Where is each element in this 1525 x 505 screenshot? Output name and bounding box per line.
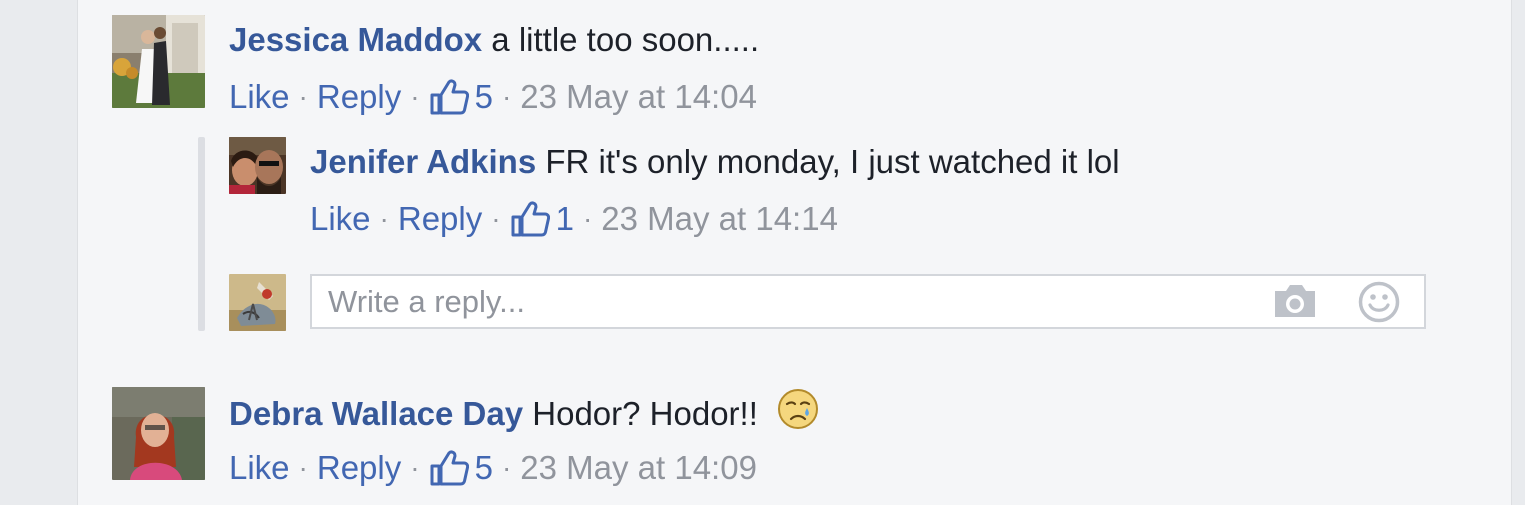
reply-button[interactable]: Reply bbox=[317, 448, 401, 488]
thumbs-up-icon bbox=[511, 201, 550, 237]
thumbs-up-icon bbox=[430, 79, 469, 115]
separator-dot: · bbox=[501, 81, 512, 112]
comment-author[interactable]: Jessica Maddox bbox=[229, 21, 482, 58]
smiley-icon[interactable] bbox=[1358, 281, 1400, 328]
separator-dot: · bbox=[410, 81, 420, 112]
separator-dot: · bbox=[298, 452, 308, 483]
like-count[interactable]: 1 bbox=[510, 199, 574, 239]
like-button[interactable]: Like bbox=[310, 199, 371, 239]
reply-timestamp[interactable]: 23 May at 14:14 bbox=[601, 199, 838, 239]
avatar-current-user bbox=[229, 274, 286, 331]
like-count[interactable]: 5 bbox=[429, 77, 493, 117]
reply-composer[interactable] bbox=[310, 274, 1426, 329]
reply-button[interactable]: Reply bbox=[398, 199, 482, 239]
separator-dot: · bbox=[379, 203, 389, 234]
comment-body: Jessica Maddox a little too soon..... bbox=[229, 20, 759, 60]
comment-timestamp[interactable]: 23 May at 14:09 bbox=[520, 448, 757, 488]
reply-thread-bar bbox=[198, 137, 205, 331]
like-count-value: 5 bbox=[474, 449, 493, 486]
like-count-value: 1 bbox=[555, 200, 574, 237]
comment-actions: Like · Reply · 5 · 23 May at 14:04 bbox=[229, 77, 757, 117]
comment-text: a little too soon..... bbox=[491, 21, 760, 58]
separator-dot: · bbox=[491, 203, 501, 234]
avatar-jessica-maddox[interactable] bbox=[112, 15, 205, 108]
comment-timestamp[interactable]: 23 May at 14:04 bbox=[520, 77, 757, 117]
like-count-value: 5 bbox=[474, 78, 493, 115]
crying-face-icon bbox=[777, 388, 819, 439]
like-count[interactable]: 5 bbox=[429, 448, 493, 488]
comment-body: Debra Wallace Day Hodor? Hodor!! bbox=[229, 388, 819, 442]
camera-icon[interactable] bbox=[1272, 282, 1318, 325]
comment-text: Hodor? Hodor!! bbox=[532, 395, 758, 433]
comment-actions: Like · Reply · 5 · 23 May at 14:09 bbox=[229, 448, 757, 488]
thumbs-up-icon bbox=[430, 450, 469, 486]
reply-body: Jenifer Adkins FR it's only monday, I ju… bbox=[310, 142, 1120, 182]
comment-author[interactable]: Debra Wallace Day bbox=[229, 395, 523, 432]
reply-actions: Like · Reply · 1 · 23 May at 14:14 bbox=[310, 199, 838, 239]
reply-input[interactable] bbox=[328, 276, 1228, 327]
separator-dot: · bbox=[410, 452, 420, 483]
like-button[interactable]: Like bbox=[229, 448, 290, 488]
separator-dot: · bbox=[582, 203, 593, 234]
avatar-jenifer-adkins[interactable] bbox=[229, 137, 286, 194]
separator-dot: · bbox=[501, 452, 512, 483]
reply-text: FR it's only monday, I just watched it l… bbox=[545, 143, 1120, 180]
reply-author[interactable]: Jenifer Adkins bbox=[310, 143, 536, 180]
avatar-debra-wallace-day[interactable] bbox=[112, 387, 205, 480]
like-button[interactable]: Like bbox=[229, 77, 290, 117]
reply-button[interactable]: Reply bbox=[317, 77, 401, 117]
separator-dot: · bbox=[298, 81, 308, 112]
